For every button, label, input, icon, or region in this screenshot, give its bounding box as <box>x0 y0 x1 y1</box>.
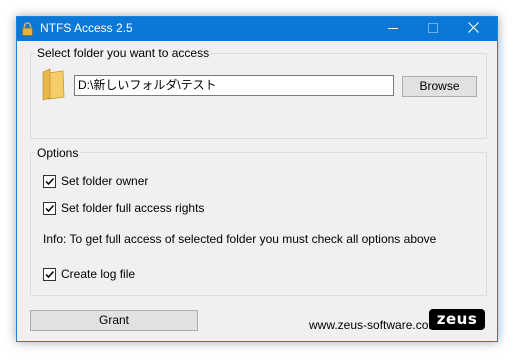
folder-path-input[interactable]: D:\新しいフォルダ\テスト <box>74 75 394 96</box>
close-button[interactable] <box>453 17 493 41</box>
full-access-label: Set folder full access rights <box>61 201 205 215</box>
set-owner-option[interactable]: Set folder owner <box>43 174 148 188</box>
full-access-checkbox[interactable] <box>43 201 56 215</box>
website-link[interactable]: www.zeus-software.com <box>309 318 438 332</box>
app-window: NTFS Access 2.5 Select folder you want t… <box>16 16 498 342</box>
log-checkbox[interactable] <box>43 267 56 281</box>
maximize-button[interactable] <box>413 17 453 41</box>
folder-icon <box>40 68 66 104</box>
set-owner-checkbox[interactable] <box>43 174 56 188</box>
full-access-option[interactable]: Set folder full access rights <box>43 201 204 215</box>
close-icon <box>467 22 479 36</box>
set-owner-label: Set folder owner <box>61 174 149 188</box>
minimize-button[interactable] <box>373 17 413 41</box>
title-bar[interactable]: NTFS Access 2.5 <box>17 17 497 41</box>
log-label: Create log file <box>61 267 136 281</box>
folder-group-label: Select folder you want to access <box>35 46 212 60</box>
options-group-label: Options <box>35 146 81 160</box>
minimize-icon <box>388 22 398 36</box>
lock-icon <box>22 22 33 36</box>
grant-button[interactable]: Grant <box>30 310 198 331</box>
window-title: NTFS Access 2.5 <box>40 21 133 35</box>
info-text: Info: To get full access of selected fol… <box>43 232 437 246</box>
maximize-icon <box>428 22 438 36</box>
zeus-logo: zeus <box>429 309 485 330</box>
log-option[interactable]: Create log file <box>43 267 135 281</box>
browse-button[interactable]: Browse <box>402 76 477 97</box>
